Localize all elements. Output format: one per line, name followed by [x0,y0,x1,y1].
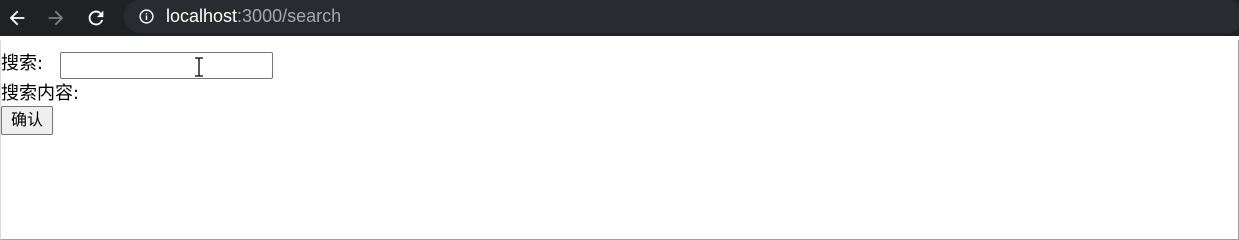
search-label: 搜索: [1,53,44,74]
url-path: :3000/search [237,6,342,26]
back-button[interactable] [5,6,29,30]
info-circle-icon[interactable] [138,8,155,25]
reload-button[interactable] [84,6,108,30]
reload-icon [88,10,104,26]
arrow-left-icon [9,10,25,26]
url-host: localhost [166,6,238,26]
address-bar[interactable]: localhost:3000/search [124,0,1239,33]
forward-button[interactable] [44,6,68,30]
arrow-right-icon [48,10,64,26]
url-text[interactable]: localhost:3000/search [166,6,341,27]
page-content: 搜索: 搜索内容: 确认 [0,40,1239,240]
search-input[interactable] [60,52,273,79]
result-row: 搜索内容: [1,83,79,105]
result-label: 搜索内容: [1,83,80,104]
browser-toolbar: localhost:3000/search [0,0,1239,36]
confirm-button[interactable]: 确认 [1,106,53,135]
